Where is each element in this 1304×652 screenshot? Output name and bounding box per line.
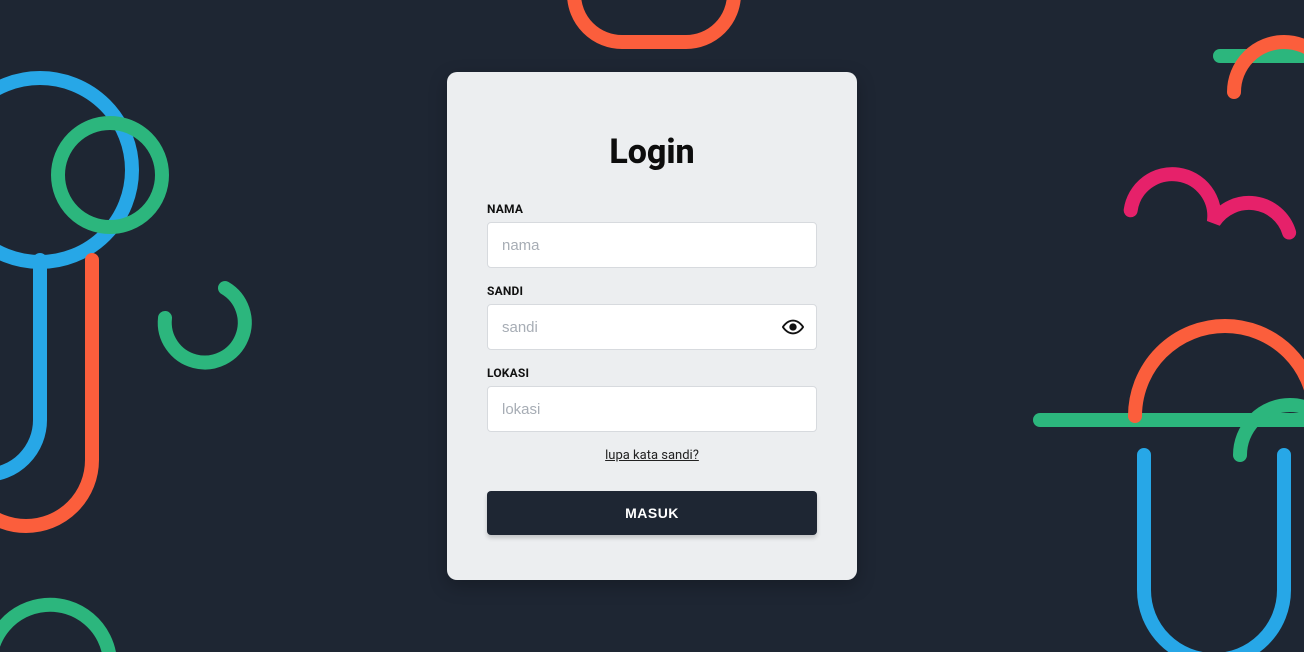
submit-button[interactable]: MASUK (487, 491, 817, 535)
field-sandi: SANDI (487, 284, 817, 350)
sandi-input-wrap (487, 304, 817, 350)
lokasi-input[interactable] (487, 386, 817, 432)
lokasi-label: LOKASI (487, 366, 817, 380)
field-nama: NAMA (487, 202, 817, 268)
forgot-password-link[interactable]: lupa kata sandi? (487, 448, 817, 463)
sandi-label: SANDI (487, 284, 817, 298)
sandi-input[interactable] (487, 304, 817, 350)
lokasi-input-wrap (487, 386, 817, 432)
nama-input[interactable] (487, 222, 817, 268)
nama-input-wrap (487, 222, 817, 268)
toggle-password-visibility[interactable] (775, 309, 811, 345)
login-card: Login NAMA SANDI LOKASI lupa kata sandi?… (447, 72, 857, 580)
page-title: Login (487, 132, 817, 172)
eye-icon (782, 316, 804, 338)
field-lokasi: LOKASI (487, 366, 817, 432)
nama-label: NAMA (487, 202, 817, 216)
